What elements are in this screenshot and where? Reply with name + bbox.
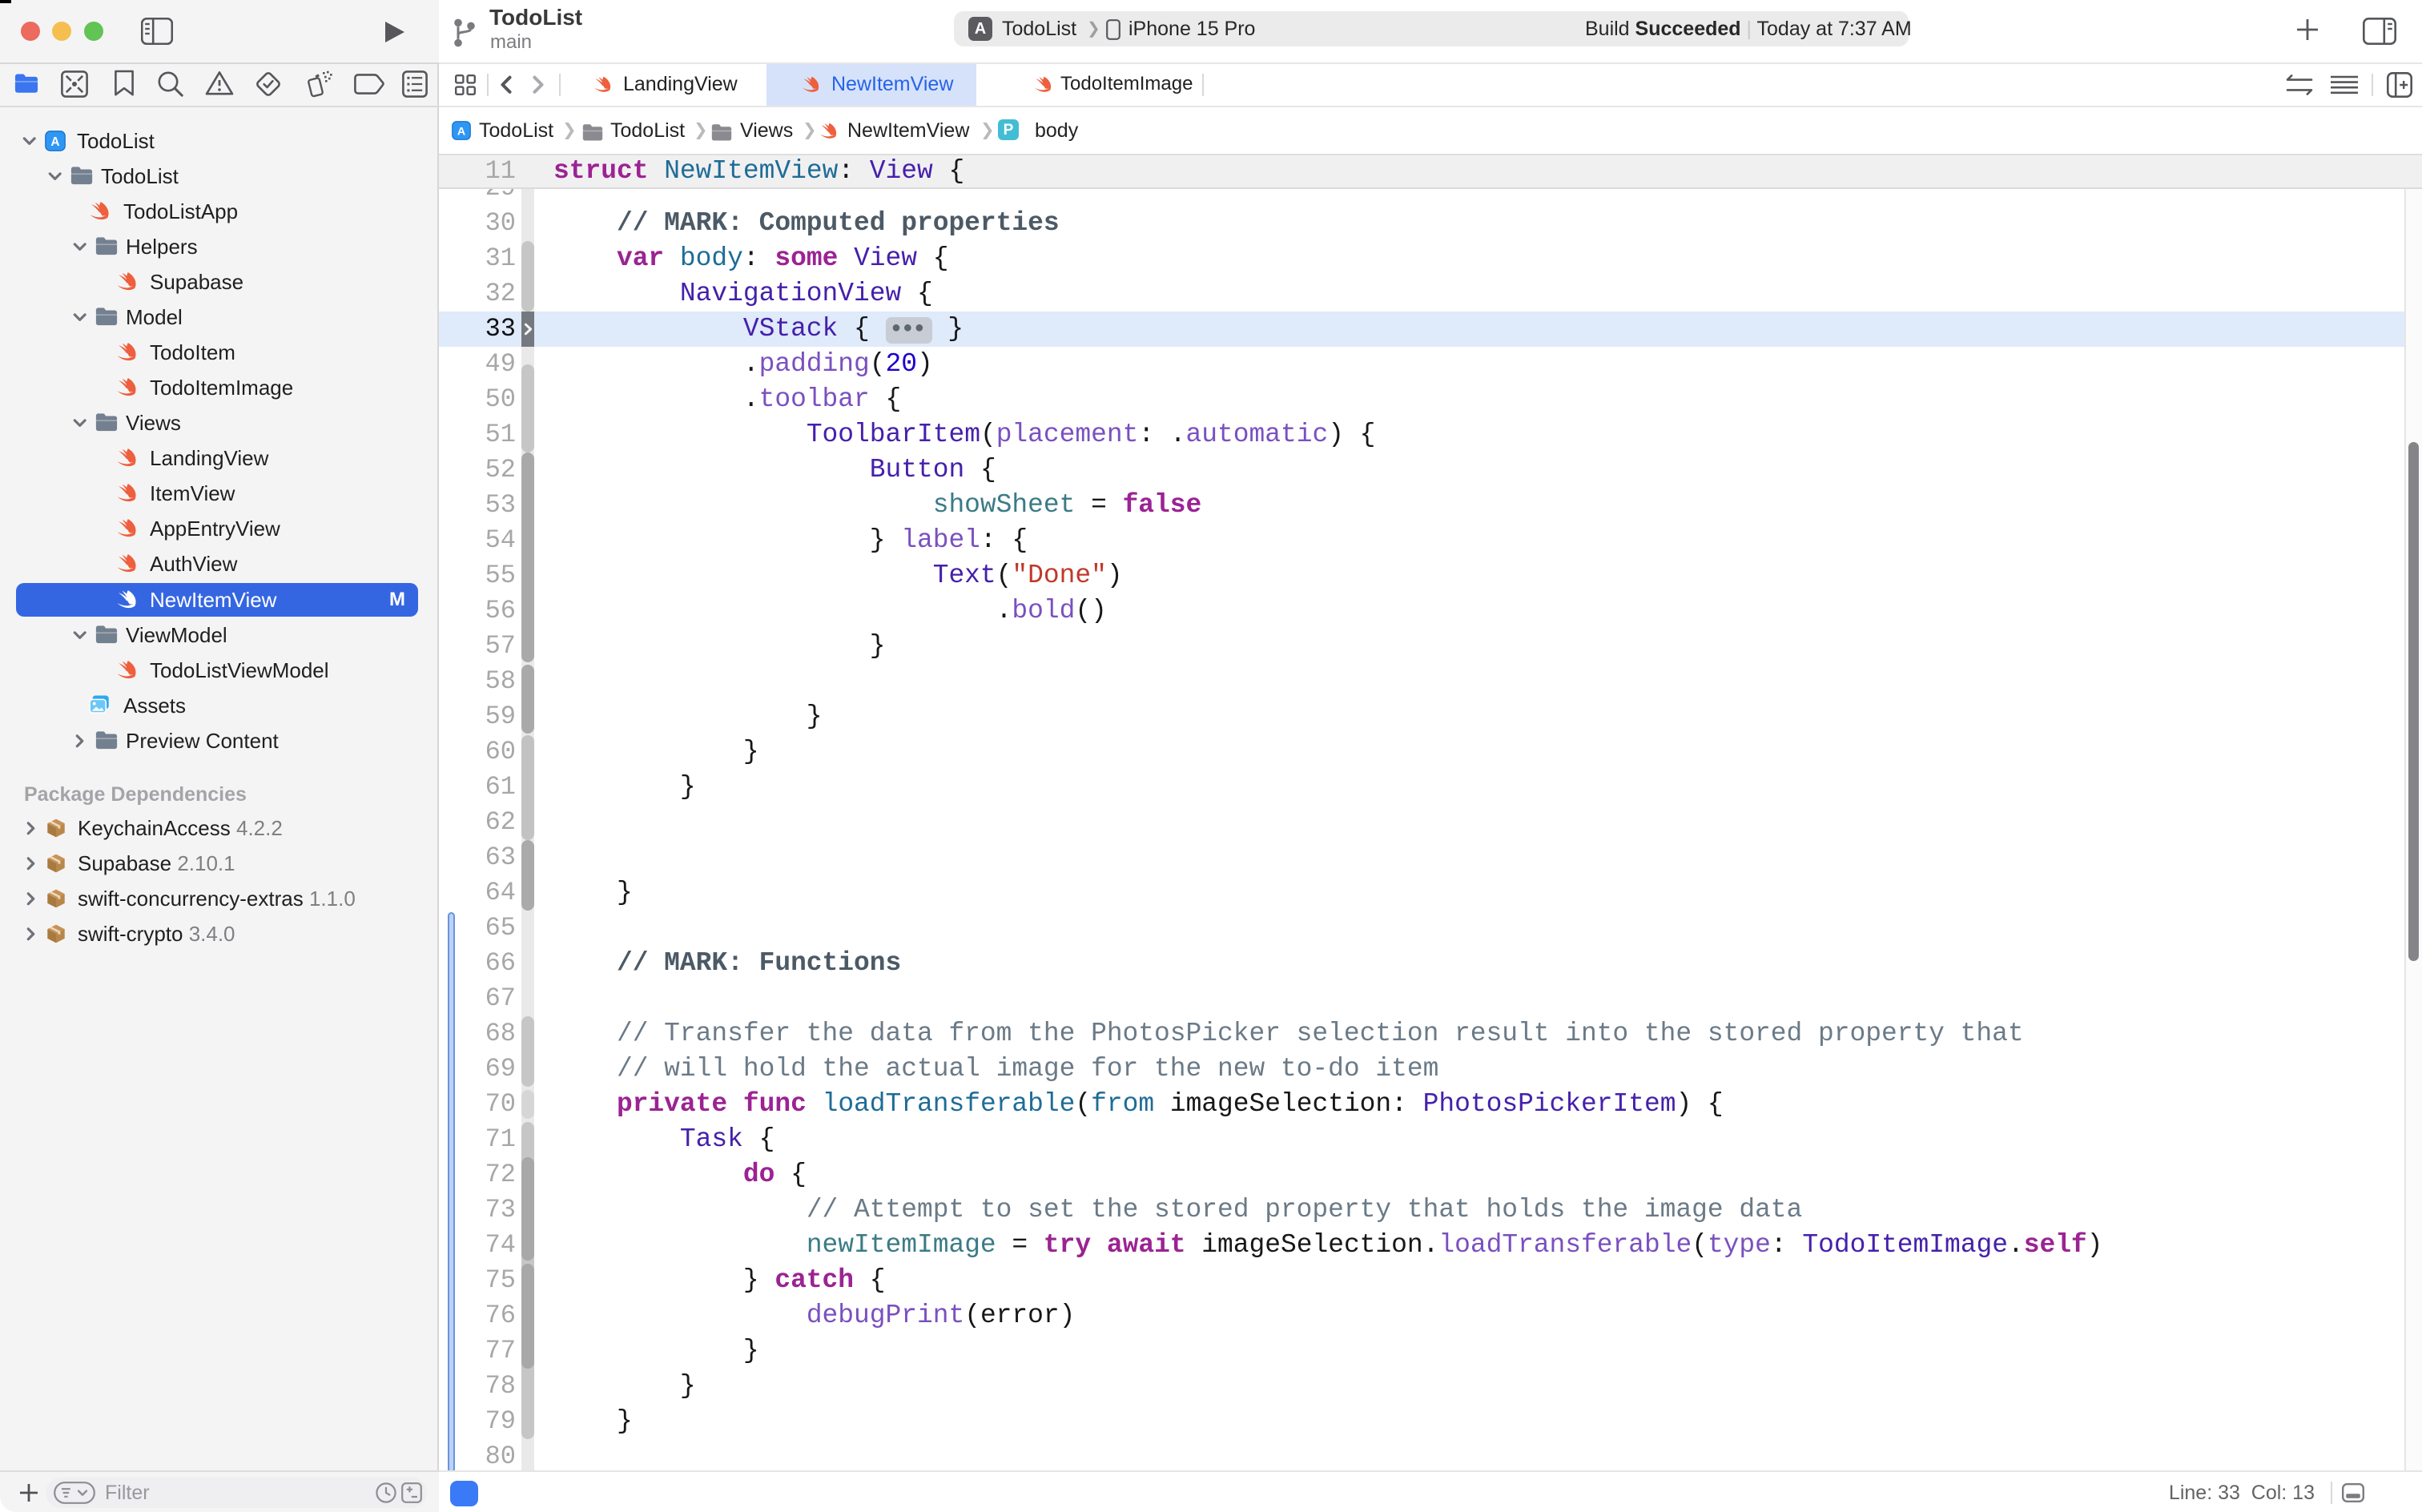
- svg-text:A: A: [50, 135, 59, 149]
- svg-text:A: A: [457, 126, 465, 139]
